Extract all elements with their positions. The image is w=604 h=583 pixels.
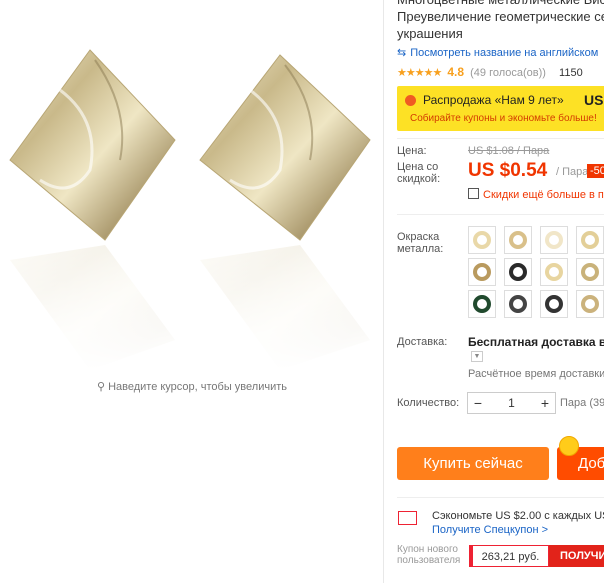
variant-thumbnail[interactable] (468, 290, 496, 318)
translate-icon: ⇆ (397, 47, 407, 59)
more-discounts-text: Скидки ещё больше в при (483, 189, 604, 201)
magnifier-icon: ⚲ (97, 381, 106, 393)
more-discounts-link[interactable]: Скидки ещё больше в при (468, 188, 604, 201)
quantity-stepper: − 1 + (467, 392, 556, 414)
buy-now-button[interactable]: Купить сейчас (397, 447, 549, 480)
special-coupon-link[interactable]: Получите Спецкупон > (432, 524, 548, 536)
product-main-image[interactable] (0, 0, 384, 370)
orders-count: 1150 (559, 67, 583, 79)
shipping-option[interactable]: Бесплатная доставка в Rus (468, 335, 604, 349)
divider (397, 138, 604, 139)
sale-dot-icon (405, 95, 416, 106)
coupon-icon (398, 511, 417, 525)
translate-link-text: Посмотреть название на английском (410, 47, 599, 59)
quantity-decrease-button[interactable]: − (468, 393, 488, 413)
product-gallery: ⚲ Наведите курсор, чтобы увеличить (0, 0, 384, 583)
quantity-increase-button[interactable]: + (535, 393, 555, 413)
product-info-panel: Многоцветные металлические Бис Преувелич… (384, 0, 604, 583)
coin-icon (559, 436, 579, 456)
price-label: Цена: (397, 145, 427, 157)
discount-badge: -50 (587, 164, 604, 178)
divider (397, 214, 604, 215)
old-price: US $1.08 / Пара (468, 145, 550, 157)
variant-thumbnail[interactable] (576, 226, 604, 254)
star-rating-icon: ★★★★★ (397, 67, 442, 79)
variant-thumbnails (468, 226, 604, 322)
variant-thumbnail[interactable] (468, 258, 496, 286)
variant-thumbnail[interactable] (540, 258, 568, 286)
divider (397, 497, 604, 498)
delivery-eta: Расчётное время доставки: (468, 368, 604, 380)
rating-row: ★★★★★ 4.8 (49 голоса(ов)) 1150 (397, 65, 583, 79)
price-unit: / Пара (556, 166, 589, 178)
chevron-down-icon[interactable]: ▼ (471, 351, 483, 362)
discounted-price: US $0.54 (468, 160, 548, 181)
available-quantity: Пара (399 (560, 397, 604, 409)
sale-banner[interactable]: Распродажа «Нам 9 лет» US Собирайте купо… (397, 86, 604, 131)
get-coupon-button[interactable]: ПОЛУЧИ (549, 545, 604, 567)
sale-subtitle: Собирайте купоны и экономьте больше! (410, 113, 597, 124)
qr-code-icon (468, 188, 479, 199)
discount-price-label: Цена со скидкой: (397, 161, 441, 185)
variant-thumbnail[interactable] (540, 290, 568, 318)
product-title: Многоцветные металлические Бис Преувелич… (397, 0, 604, 41)
variant-thumbnail[interactable] (540, 226, 568, 254)
variant-thumbnail[interactable] (504, 226, 532, 254)
sale-price-prefix: US (584, 92, 604, 108)
translate-title-link[interactable]: ⇆ Посмотреть название на английском (397, 46, 598, 59)
rating-value: 4.8 (447, 65, 465, 79)
variant-thumbnail[interactable] (576, 258, 604, 286)
coupon-amount: 263,21 руб. (469, 545, 549, 567)
variant-thumbnail[interactable] (504, 258, 532, 286)
quantity-label: Количество: (397, 397, 460, 409)
variant-label: Окраска металла: (397, 231, 444, 255)
zoom-hint-text: Наведите курсор, чтобы увеличить (108, 381, 287, 393)
sale-title: Распродажа «Нам 9 лет» (423, 93, 564, 107)
votes-count[interactable]: (49 голоса(ов)) (470, 67, 546, 79)
save-text: Сэкономьте US $2.00 с каждых US $1 (432, 510, 604, 522)
new-user-coupon-label: Купон нового пользователя (397, 544, 461, 566)
variant-thumbnail[interactable] (576, 290, 604, 318)
variant-thumbnail[interactable] (504, 290, 532, 318)
delivery-label: Доставка: (397, 336, 448, 348)
zoom-hint: ⚲ Наведите курсор, чтобы увеличить (0, 380, 384, 393)
quantity-input[interactable]: 1 (490, 393, 533, 413)
variant-thumbnail[interactable] (468, 226, 496, 254)
